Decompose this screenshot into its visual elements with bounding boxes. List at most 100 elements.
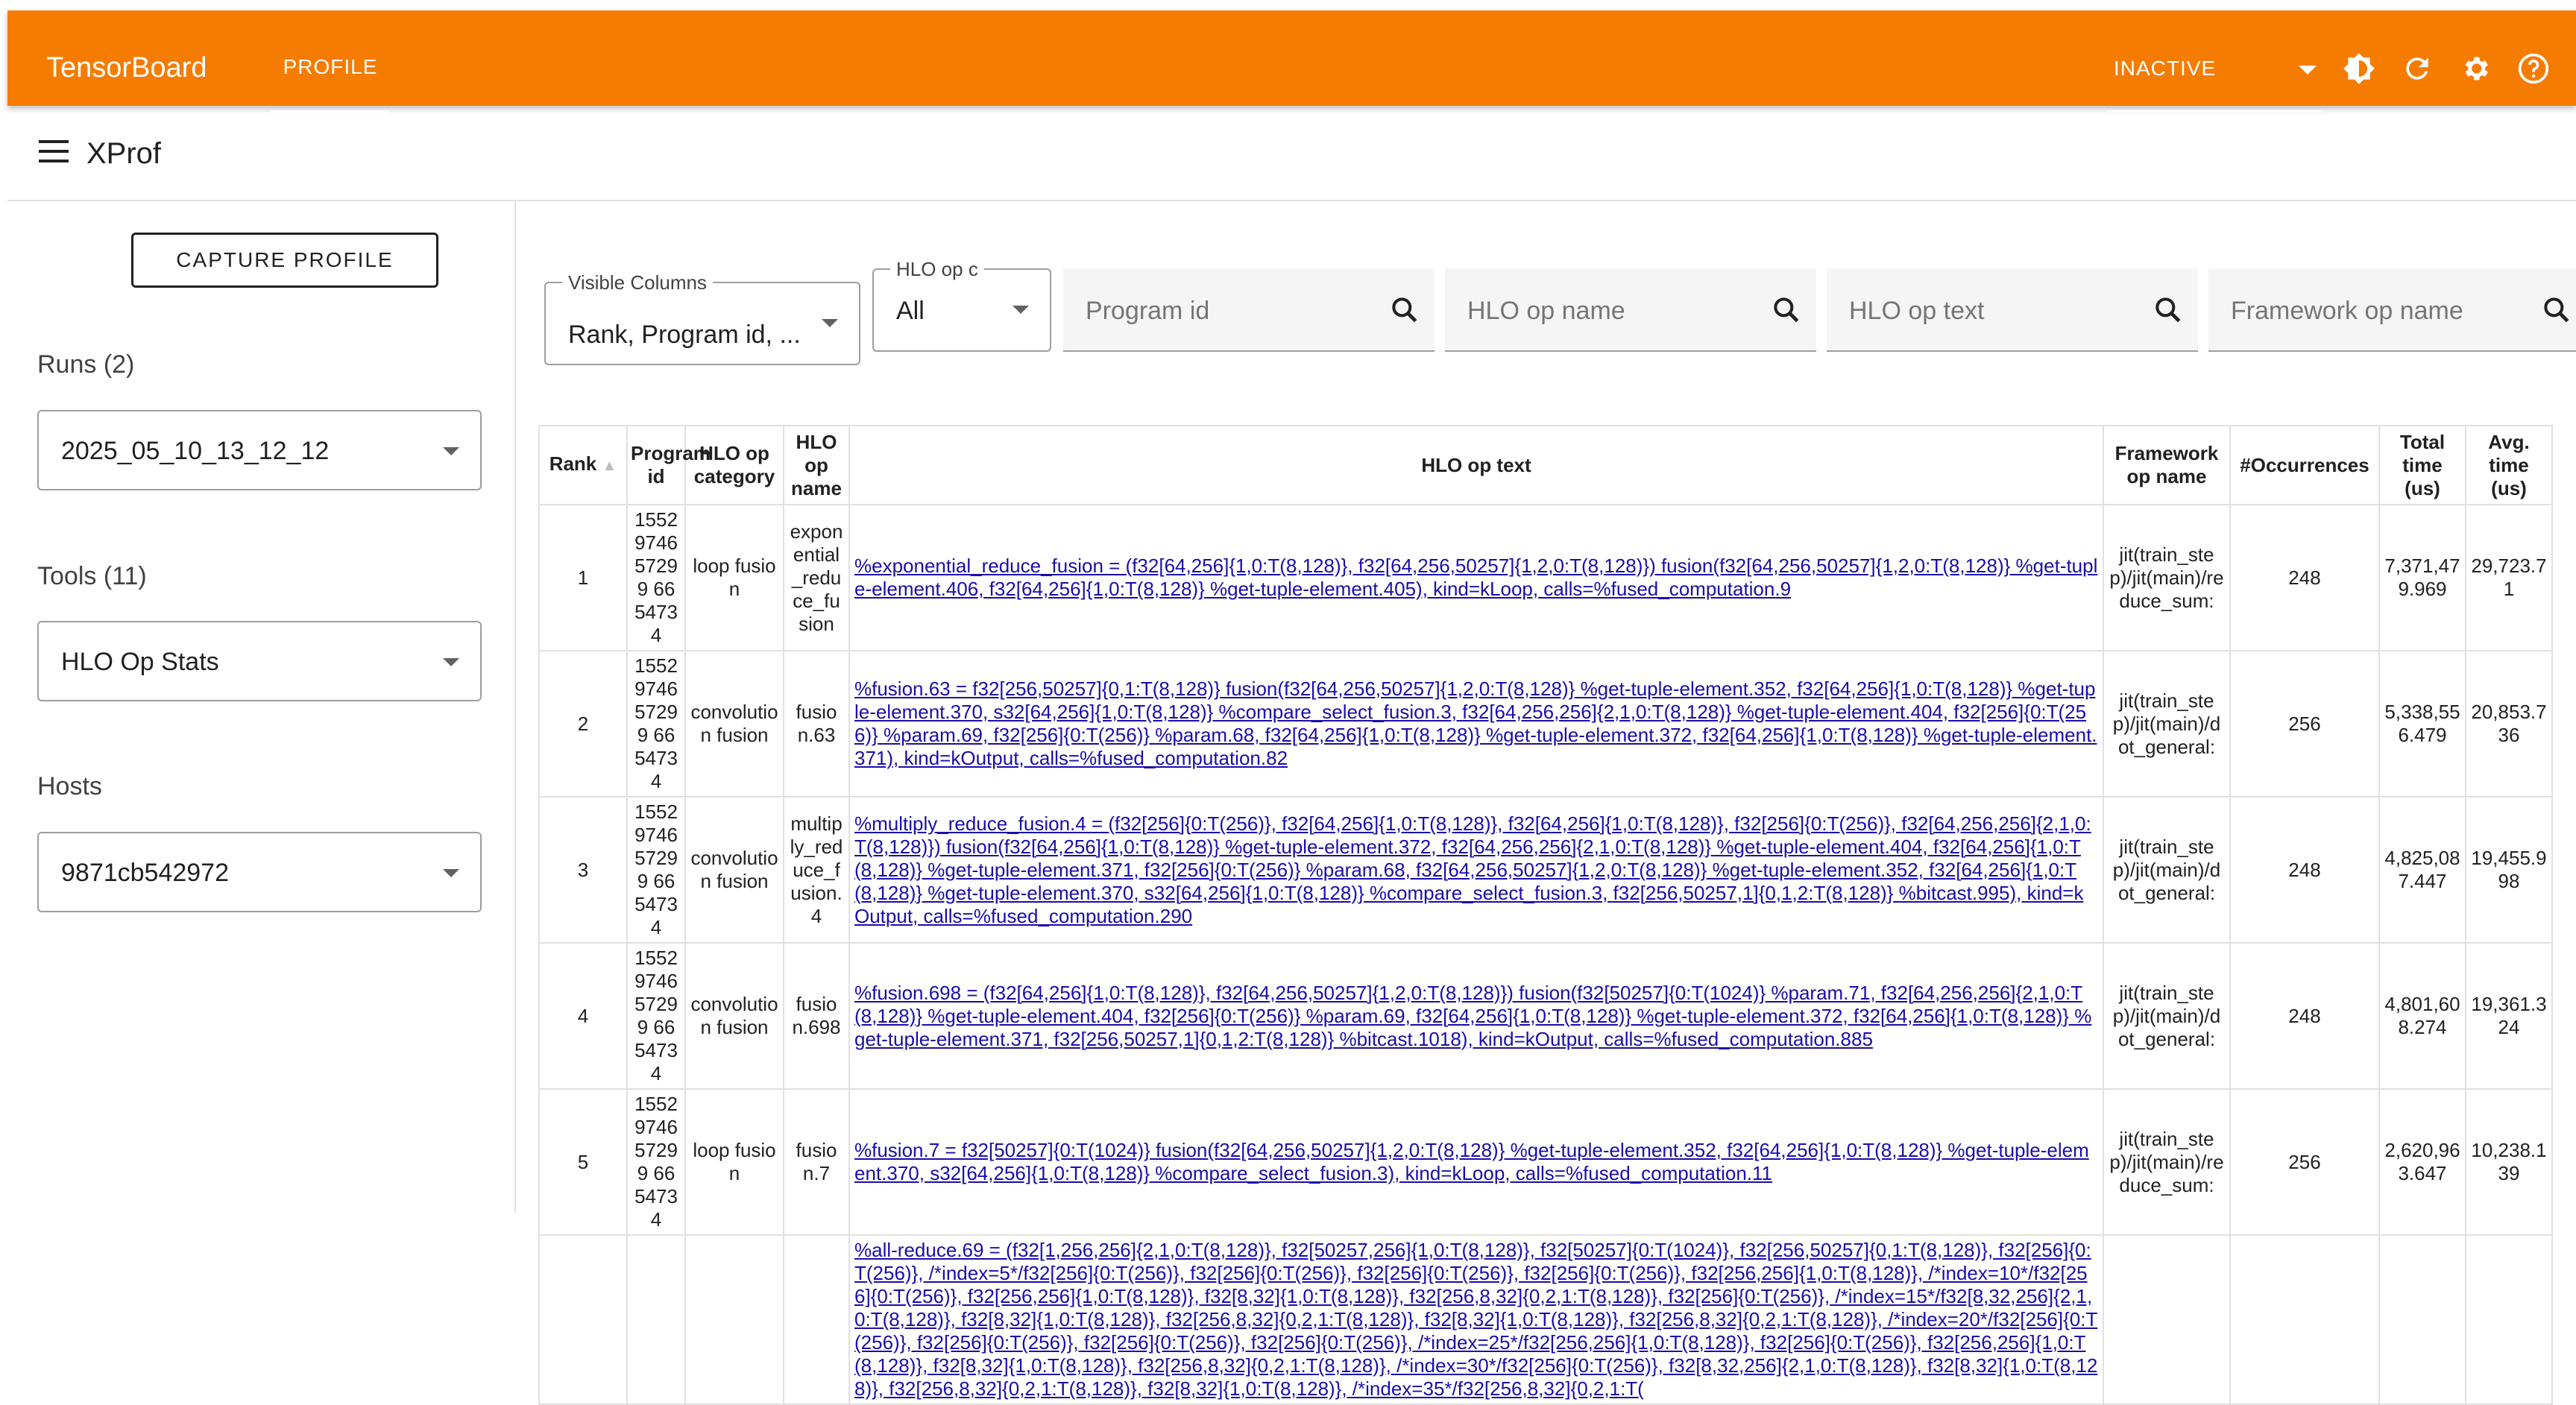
cell-total-time: 4,801,608.274 <box>2378 942 2466 1090</box>
hlo-op-text-search[interactable]: HLO op text <box>1827 268 2198 352</box>
framework-op-name-search[interactable]: Framework op name <box>2208 268 2576 352</box>
brightness-icon[interactable] <box>2343 52 2375 85</box>
hosts-label: Hosts <box>37 772 102 801</box>
refresh-icon[interactable] <box>2401 52 2434 85</box>
cell-avg-time: 19,361.324 <box>2465 942 2553 1090</box>
tool-select[interactable]: HLO Op Stats <box>37 621 482 701</box>
cell-total-time: 4,825,087.447 <box>2378 796 2466 944</box>
cell-rank: 1 <box>538 504 628 651</box>
cell-hlo-op-name: fusion.63 <box>783 650 850 798</box>
table-row[interactable]: 5 1552974657299 6654734 loop fusion fusi… <box>538 1088 2553 1236</box>
cell-rank: 2 <box>538 650 628 798</box>
settings-icon[interactable] <box>2459 52 2492 85</box>
tool-select-value: HLO Op Stats <box>61 648 219 676</box>
cell-avg-time: 29,723.71 <box>2465 504 2553 651</box>
app-brand[interactable]: TensorBoard <box>46 52 207 84</box>
cell-avg-time: 19,455.998 <box>2465 796 2553 944</box>
page-title: XProf <box>86 137 162 170</box>
cell-occurrences: 248 <box>2229 796 2380 944</box>
table-row[interactable]: 3 1552974657299 6654734 convolution fusi… <box>538 796 2553 944</box>
host-select-value: 9871cb542972 <box>61 859 230 887</box>
plugin-select[interactable]: INACTIVE <box>2106 48 2323 112</box>
cell-hlo-op-text-link[interactable]: %fusion.698 = (f32[64,256]{1,0:T(8,128)}… <box>848 942 2104 1090</box>
cell-hlo-op-category: loop fusion <box>684 1088 784 1236</box>
chevron-down-icon <box>2299 66 2317 75</box>
cell-program-id: 1552974657299 6654734 <box>626 796 686 944</box>
sidebar: CAPTURE PROFILE Runs (2) 2025_05_10_13_1… <box>7 201 516 1213</box>
program-id-search[interactable]: Program id <box>1063 268 1435 352</box>
cell-program-id: 1552974657299 6654734 <box>626 942 686 1090</box>
table-row[interactable]: %all-reduce.69 = (f32[1,256,256]{2,1,0:T… <box>538 1234 2553 1405</box>
cell-hlo-op-name: exponential_reduce_fusion <box>783 504 850 651</box>
cell-hlo-op-text-link[interactable]: %exponential_reduce_fusion = (f32[64,256… <box>848 504 2104 651</box>
tab-profile[interactable]: PROFILE <box>271 55 390 79</box>
hlo-op-category-value: All <box>896 297 925 325</box>
visible-columns-select[interactable]: Visible Columns Rank, Program id, ... <box>544 271 860 365</box>
cell-program-id: 1552974657299 6654734 <box>626 1088 686 1236</box>
run-select[interactable]: 2025_05_10_13_12_12 <box>37 410 482 490</box>
cell-rank: 5 <box>538 1088 628 1236</box>
hlo-op-text-search-input[interactable]: HLO op text <box>1849 297 1984 326</box>
tools-label: Tools (11) <box>37 562 147 590</box>
program-id-search-input[interactable]: Program id <box>1086 297 1209 326</box>
chevron-down-icon <box>443 447 459 455</box>
cell-hlo-op-name <box>783 1234 850 1405</box>
cell-occurrences <box>2229 1234 2380 1405</box>
chevron-down-icon <box>443 658 459 666</box>
hlo-op-category-select[interactable]: HLO op c All <box>872 258 1051 352</box>
search-icon <box>2540 294 2573 326</box>
menu-icon[interactable] <box>39 139 72 164</box>
column-header-program-id[interactable]: Program id <box>626 425 711 505</box>
hlo-op-name-search-input[interactable]: HLO op name <box>1467 297 1625 326</box>
sort-ascending-icon: ▲ <box>602 458 617 474</box>
table-row[interactable]: 2 1552974657299 6654734 convolution fusi… <box>538 650 2553 798</box>
column-header-total-time[interactable]: Total time (us) <box>2378 425 2466 505</box>
cell-hlo-op-category: convolution fusion <box>684 796 784 944</box>
cell-program-id: 1552974657299 6654734 <box>626 650 686 798</box>
column-header-hlo-op-category[interactable]: HLO op category <box>684 425 784 505</box>
column-header-framework-op-name[interactable]: Framework op name <box>2103 425 2231 505</box>
cell-hlo-op-name: fusion.698 <box>783 942 850 1090</box>
cell-hlo-op-text-link[interactable]: %fusion.63 = f32[256,50257]{0,1:T(8,128)… <box>848 650 2104 798</box>
capture-profile-button[interactable]: CAPTURE PROFILE <box>131 233 438 288</box>
cell-hlo-op-text-link[interactable]: %all-reduce.69 = (f32[1,256,256]{2,1,0:T… <box>848 1234 2104 1405</box>
cell-framework-op-name: jit(train_step)/jit(main)/reduce_sum: <box>2103 504 2231 651</box>
hlo-op-stats-table: Rank ▲ Program id HLO op category HLO op… <box>538 425 2553 1405</box>
cell-framework-op-name: jit(train_step)/jit(main)/dot_general: <box>2103 650 2231 798</box>
hlo-op-name-search[interactable]: HLO op name <box>1445 268 1816 352</box>
hlo-op-category-label: HLO op c <box>890 258 984 281</box>
chevron-down-icon <box>443 869 459 877</box>
column-header-hlo-op-text[interactable]: HLO op text <box>848 425 2104 505</box>
cell-framework-op-name <box>2103 1234 2231 1405</box>
cell-hlo-op-category: loop fusion <box>684 504 784 651</box>
cell-hlo-op-name: fusion.7 <box>783 1088 850 1236</box>
cell-hlo-op-text-link[interactable]: %multiply_reduce_fusion.4 = (f32[256]{0:… <box>848 796 2104 944</box>
cell-program-id: 1552974657299 6654734 <box>626 504 686 651</box>
table-row[interactable]: 1 1552974657299 6654734 loop fusion expo… <box>538 504 2553 651</box>
cell-rank <box>538 1234 628 1405</box>
top-toolbar: TensorBoard PROFILE INACTIVE <box>7 10 2576 114</box>
host-select[interactable]: 9871cb542972 <box>37 832 482 912</box>
cell-avg-time: 10,238.139 <box>2465 1088 2553 1236</box>
cell-total-time: 5,338,556.479 <box>2378 650 2466 798</box>
cell-occurrences: 248 <box>2229 504 2380 651</box>
search-icon <box>1388 294 1421 326</box>
cell-framework-op-name: jit(train_step)/jit(main)/reduce_sum: <box>2103 1088 2231 1236</box>
table-header-row: Rank ▲ Program id HLO op category HLO op… <box>538 425 2553 505</box>
table-row[interactable]: 4 1552974657299 6654734 convolution fusi… <box>538 942 2553 1090</box>
search-icon <box>1770 294 1803 326</box>
column-header-avg-time[interactable]: Avg. time (us) <box>2465 425 2553 505</box>
column-header-hlo-op-name[interactable]: HLO op name <box>783 425 850 505</box>
plugin-select-value: INACTIVE <box>2114 57 2217 80</box>
chevron-down-icon <box>1013 306 1029 314</box>
cell-hlo-op-text-link[interactable]: %fusion.7 = f32[50257]{0:T(1024)} fusion… <box>848 1088 2104 1236</box>
help-icon[interactable] <box>2517 52 2550 85</box>
framework-op-name-search-input[interactable]: Framework op name <box>2231 297 2463 326</box>
cell-hlo-op-name: multiply_reduce_fusion.4 <box>783 796 850 944</box>
column-header-occurrences[interactable]: #Occurrences <box>2229 425 2380 505</box>
cell-avg-time <box>2465 1234 2553 1405</box>
visible-columns-label: Visible Columns <box>562 271 713 294</box>
cell-rank: 3 <box>538 796 628 944</box>
column-header-rank[interactable]: Rank ▲ <box>538 425 628 505</box>
search-icon <box>2152 294 2185 326</box>
